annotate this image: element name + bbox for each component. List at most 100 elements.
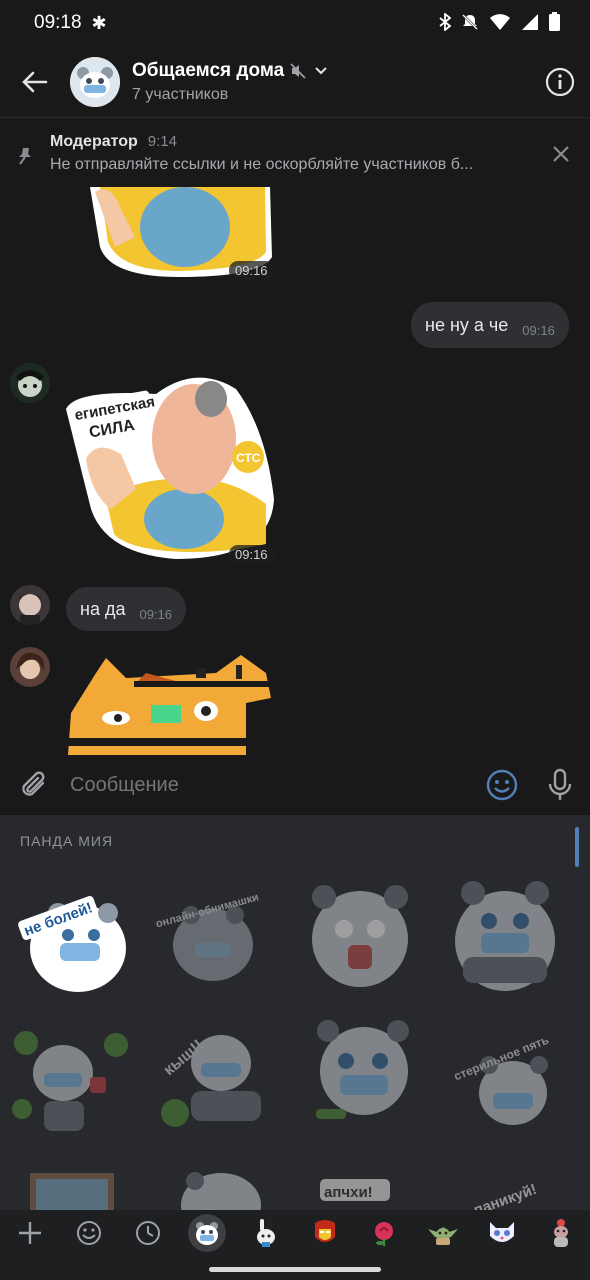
panda-sticker-icon <box>12 1031 128 1131</box>
message-composer <box>0 755 590 815</box>
sticker-item[interactable]: стерильное пять <box>440 1010 570 1140</box>
tab-monkey-pack[interactable] <box>531 1210 590 1256</box>
sticker-item[interactable]: не паникуй! <box>440 1155 570 1210</box>
pinned-author: Модератор <box>50 133 138 150</box>
info-button[interactable] <box>530 46 590 118</box>
status-time: 09:18 <box>34 12 82 33</box>
window-sticker-icon <box>30 1173 114 1210</box>
panda-sticker-icon <box>181 1172 261 1210</box>
tab-cat-pack[interactable] <box>472 1210 531 1256</box>
panda-sticker-icon: стерильное пять <box>452 1033 551 1125</box>
chat-header: Общаемся дома 7 участников <box>0 46 590 118</box>
sneeze-sticker-icon: апчхи! <box>320 1179 390 1201</box>
panda-pack-icon <box>195 1222 218 1245</box>
home-indicator[interactable] <box>209 1267 381 1272</box>
pinned-text: Не отправляйте ссылки и не оскорбляйте у… <box>50 156 474 173</box>
user-avatar[interactable] <box>10 647 50 687</box>
panda-sticker-icon <box>312 885 408 987</box>
chevron-down-icon <box>315 66 327 74</box>
avatar-image <box>10 363 50 403</box>
message-time: 09:16 <box>522 322 555 338</box>
svg-text:не паникуй!: не паникуй! <box>451 1181 539 1210</box>
microphone-icon <box>548 768 572 800</box>
sticker-panel[interactable]: ПАНДА МИЯ не болей! онлайн-обнимашки кыш… <box>0 815 590 1210</box>
sticker-item[interactable]: онлайн-обнимашки <box>148 870 278 1000</box>
message-time: 09:16 <box>229 545 274 564</box>
smile-icon <box>76 1221 101 1245</box>
panda-sticker-icon <box>455 881 555 991</box>
info-icon <box>545 67 575 96</box>
sticker-item[interactable]: не болей! <box>5 870 135 1000</box>
tab-panda-pack[interactable] <box>177 1210 236 1256</box>
battery-icon <box>549 12 560 34</box>
plus-icon <box>18 1222 41 1244</box>
sticker-item[interactable]: кыш!! <box>148 1010 278 1140</box>
user-avatar[interactable] <box>10 363 50 403</box>
sticker-item[interactable] <box>295 1010 425 1140</box>
bell-off-icon <box>461 13 479 34</box>
close-icon <box>553 146 569 162</box>
cat-pack-icon <box>489 1222 514 1242</box>
message-text: не ну а че <box>425 314 509 335</box>
panda-avatar-icon <box>70 56 120 107</box>
back-button[interactable] <box>0 46 70 118</box>
tab-emoji[interactable] <box>59 1210 118 1256</box>
bluetooth-icon <box>439 11 452 34</box>
muted-icon <box>290 62 306 79</box>
sticker-message[interactable]: египетская СИЛА СТС <box>66 369 276 561</box>
outgoing-message-bubble[interactable]: не ну а че 09:16 <box>411 302 569 348</box>
svg-text:апчхи!: апчхи! <box>324 1184 373 1201</box>
slack-icon: ✱ <box>91 13 107 33</box>
wifi-icon <box>489 13 511 34</box>
monkey-pack-icon <box>553 1219 568 1247</box>
sticker-pack-name: ПАНДА МИЯ <box>20 833 114 849</box>
smile-icon <box>486 769 518 801</box>
sticker-item[interactable] <box>5 1155 135 1210</box>
egyptian-power-sticker-image: египетская СИЛА СТС <box>66 377 274 559</box>
close-pinned-button[interactable] <box>532 133 590 163</box>
yoda-pack-icon <box>427 1227 458 1245</box>
ironman-pack-icon <box>314 1220 335 1242</box>
sticker-message[interactable] <box>66 653 276 755</box>
chat-subtitle: 7 участников <box>132 85 229 103</box>
user-avatar[interactable] <box>10 585 50 625</box>
pinned-time: 9:14 <box>147 133 177 150</box>
message-time: 09:16 <box>229 261 274 280</box>
tab-ironman-pack[interactable] <box>295 1210 354 1256</box>
avatar-image <box>10 585 50 625</box>
tab-rabbit-pack[interactable] <box>236 1210 295 1256</box>
tiger-sticker-image <box>66 655 274 755</box>
rose-pack-icon <box>374 1222 393 1246</box>
avatar-image <box>10 647 50 687</box>
pin-icon <box>0 133 50 165</box>
sticker-keyboard-button[interactable] <box>474 769 530 801</box>
tab-recent[interactable] <box>118 1210 177 1256</box>
voice-message-button[interactable] <box>530 768 590 802</box>
attach-button[interactable] <box>0 769 70 801</box>
message-time: 09:16 <box>139 606 173 622</box>
message-text: на да <box>80 598 126 619</box>
panda-sticker-icon: онлайн-обнимашки <box>155 891 260 981</box>
sticker-item[interactable]: апчхи! <box>295 1155 425 1210</box>
panic-sticker-icon: не паникуй! <box>451 1181 539 1210</box>
tab-yoda-pack[interactable] <box>413 1210 472 1256</box>
chat-title[interactable]: Общаемся дома <box>132 60 530 82</box>
sticker-tabs-bar <box>0 1210 590 1280</box>
rabbit-pack-icon <box>256 1219 275 1247</box>
tab-rose-pack[interactable] <box>354 1210 413 1256</box>
sticker-item[interactable] <box>148 1155 278 1210</box>
chat-avatar[interactable] <box>70 56 120 107</box>
message-list[interactable]: 09:16 не ну а че 09:16 египетская СИЛА С… <box>0 187 590 755</box>
signal-icon <box>521 13 539 34</box>
incoming-message-bubble[interactable]: на да 09:16 <box>66 587 187 631</box>
tab-add[interactable] <box>0 1210 59 1256</box>
message-input[interactable] <box>70 773 474 797</box>
clock-icon <box>135 1221 160 1245</box>
sticker-item[interactable] <box>295 870 425 1000</box>
status-bar: 09:18 ✱ <box>0 0 590 46</box>
sticker-item[interactable] <box>5 1010 135 1140</box>
panda-sticker-icon: не болей! <box>18 896 126 992</box>
sticker-item[interactable] <box>440 870 570 1000</box>
pinned-message[interactable]: Модератор 9:14 Не отправляйте ссылки и не… <box>0 119 590 187</box>
scrollbar[interactable] <box>575 827 579 867</box>
